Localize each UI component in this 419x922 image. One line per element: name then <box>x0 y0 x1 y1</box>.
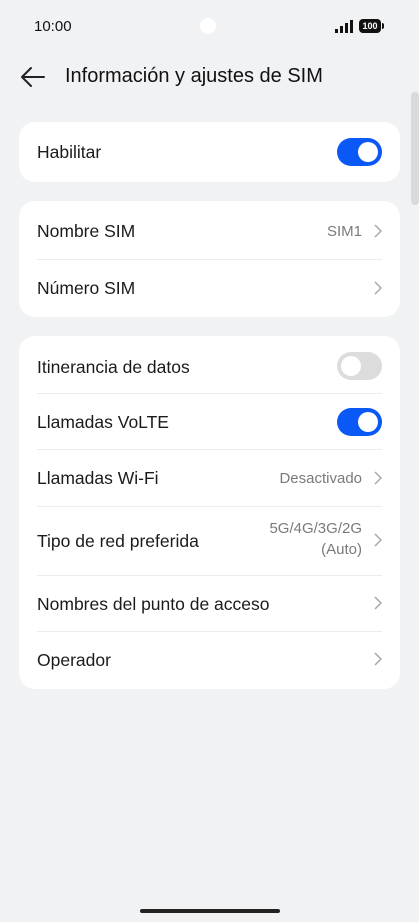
volte-row[interactable]: Llamadas VoLTE <box>19 393 400 449</box>
chevron-right-icon <box>374 281 383 295</box>
wifi-calling-label: Llamadas Wi-Fi <box>37 468 159 488</box>
chevron-right-icon <box>374 471 383 485</box>
network-type-label: Tipo de red preferida <box>37 531 199 551</box>
volte-label: Llamadas VoLTE <box>37 412 169 432</box>
scrollbar[interactable] <box>411 92 419 205</box>
chevron-right-icon <box>374 224 383 238</box>
chevron-right-icon <box>374 652 383 666</box>
operator-row[interactable]: Operador <box>19 631 400 689</box>
volte-toggle[interactable] <box>337 408 382 436</box>
enable-toggle[interactable] <box>337 138 382 166</box>
roaming-toggle[interactable] <box>337 352 382 380</box>
toggle-knob <box>358 142 378 162</box>
network-type-value-line1: 5G/4G/3G/2G <box>269 520 362 537</box>
phone-screen: 10:00 100 Información y ajustes de SIM H… <box>0 0 419 922</box>
sim-number-row[interactable]: Número SIM <box>19 259 400 317</box>
chevron-right-icon <box>374 596 383 610</box>
chevron-right-icon <box>374 533 383 547</box>
home-indicator[interactable] <box>140 909 280 913</box>
sim-name-value: SIM1 <box>326 223 362 240</box>
wifi-calling-value: Desactivado <box>279 470 362 487</box>
front-camera <box>200 18 216 34</box>
operator-label: Operador <box>37 650 111 670</box>
page-title: Información y ajustes de SIM <box>65 65 323 87</box>
network-type-value-line2: (Auto) <box>321 541 362 558</box>
enable-label: Habilitar <box>37 142 102 162</box>
header: Información y ajustes de SIM <box>0 52 419 102</box>
status-bar: 10:00 100 <box>0 0 419 52</box>
status-time: 10:00 <box>34 18 72 35</box>
battery-icon: 100 <box>359 19 384 33</box>
toggle-knob <box>358 412 378 432</box>
wifi-calling-row[interactable]: Llamadas Wi-Fi Desactivado <box>19 449 400 506</box>
network-type-value: 5G/4G/3G/2G (Auto) <box>269 518 362 560</box>
enable-row[interactable]: Habilitar <box>19 122 400 182</box>
apn-row[interactable]: Nombres del punto de acceso <box>19 575 400 631</box>
sim-number-label: Número SIM <box>37 278 136 298</box>
sim-name-row[interactable]: Nombre SIM SIM1 <box>19 201 400 259</box>
network-type-row[interactable]: Tipo de red preferida 5G/4G/3G/2G (Auto) <box>19 506 400 575</box>
toggle-knob <box>341 356 361 376</box>
roaming-row[interactable]: Itinerancia de datos <box>19 336 400 393</box>
back-arrow-icon[interactable] <box>18 62 48 92</box>
enable-card: Habilitar <box>19 122 400 182</box>
sim-name-label: Nombre SIM <box>37 221 136 241</box>
sim-card-info: Nombre SIM SIM1 Número SIM <box>19 201 400 317</box>
roaming-label: Itinerancia de datos <box>37 357 190 377</box>
apn-label: Nombres del punto de acceso <box>37 594 270 614</box>
signal-icon <box>335 20 353 33</box>
sim-settings-card: Itinerancia de datos Llamadas VoLTE Llam… <box>19 336 400 689</box>
